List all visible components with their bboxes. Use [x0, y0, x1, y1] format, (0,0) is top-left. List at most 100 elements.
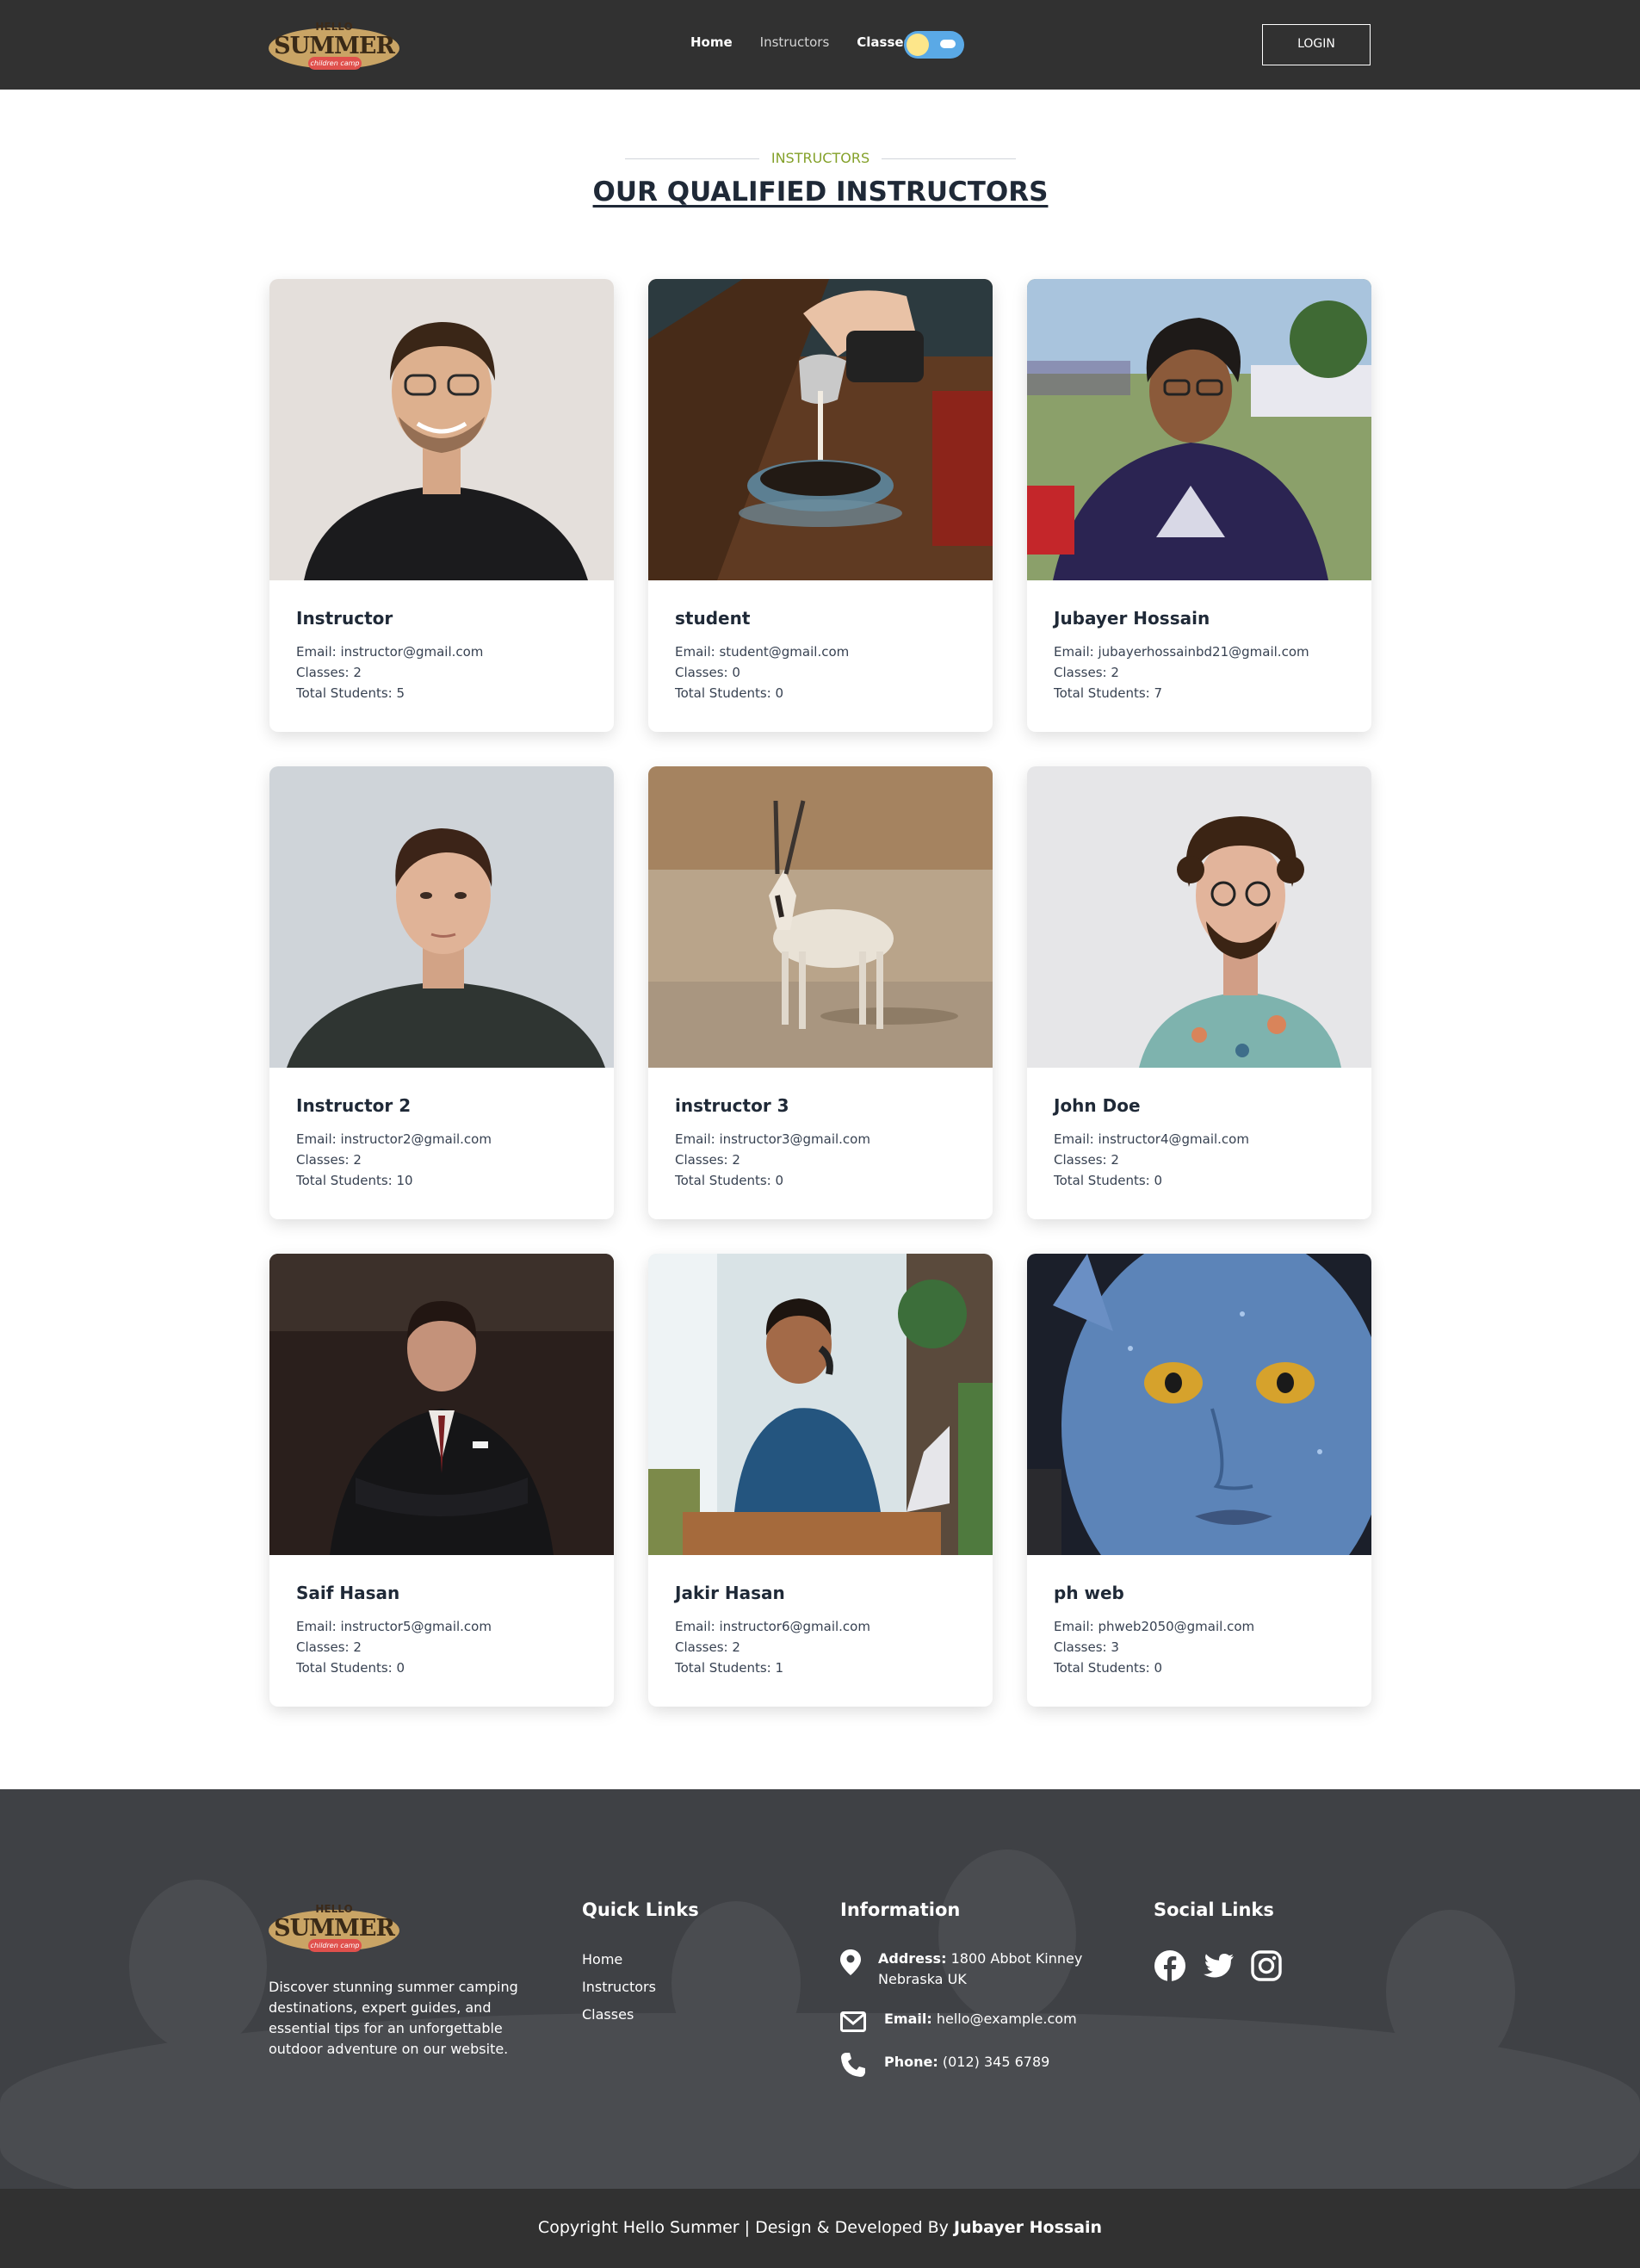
instructor-classes: Classes: 2: [1054, 665, 1119, 680]
instructor-name: Jubayer Hossain: [1054, 608, 1210, 629]
footer-link-classes[interactable]: Classes: [582, 2006, 634, 2023]
instructor-classes: Classes: 2: [296, 665, 362, 680]
copyright-author[interactable]: Jubayer Hossain: [954, 2218, 1102, 2237]
instructor-photo: [1027, 279, 1371, 580]
instructor-email: Email: phweb2050@gmail.com: [1054, 1619, 1255, 1634]
instructor-students: Total Students: 10: [296, 1173, 413, 1188]
instagram-icon[interactable]: [1250, 1949, 1283, 1982]
address-label: Address:: [878, 1950, 947, 1967]
quick-links-heading: Quick Links: [582, 1899, 699, 1920]
phone-value: (012) 345 6789: [942, 2054, 1050, 2070]
footer: HELLO SUMMER children camp Discover stun…: [0, 1789, 1640, 2189]
instructor-card: Jubayer Hossain Email: jubayerhossainbd2…: [1027, 279, 1371, 732]
copyright-text: Copyright Hello Summer | Design & Develo…: [0, 2218, 1640, 2237]
login-button[interactable]: LOGIN: [1262, 24, 1371, 65]
section-eyebrow-text: INSTRUCTORS: [770, 150, 870, 166]
instructor-email: Email: student@gmail.com: [675, 644, 850, 660]
instructor-name: Instructor 2: [296, 1095, 412, 1116]
section-eyebrow: INSTRUCTORS: [625, 150, 1016, 167]
social-links-heading: Social Links: [1154, 1899, 1274, 1920]
cloud-icon: [940, 40, 956, 48]
instructor-photo: [1027, 766, 1371, 1068]
nav-home[interactable]: Home: [690, 34, 733, 50]
address-value: 1800 Abbot Kinney: [950, 1950, 1083, 1967]
logo-summer-text: SUMMER: [274, 33, 395, 59]
footer-link-home[interactable]: Home: [582, 1951, 622, 1967]
location-icon: [840, 1949, 861, 1975]
instructor-students: Total Students: 7: [1054, 685, 1163, 701]
instructor-classes: Classes: 2: [675, 1152, 740, 1168]
instructor-email: Email: instructor6@gmail.com: [675, 1619, 870, 1634]
instructor-card: Instructor Email: instructor@gmail.com C…: [269, 279, 614, 732]
nav-links: Home Instructors Classes: [690, 34, 912, 50]
facebook-icon[interactable]: [1154, 1949, 1186, 1982]
instructor-email: Email: jubayerhossainbd21@gmail.com: [1054, 644, 1309, 660]
instructor-email: Email: instructor@gmail.com: [296, 644, 484, 660]
instructor-name: Jakir Hasan: [675, 1583, 785, 1603]
instructor-students: Total Students: 0: [675, 1173, 784, 1188]
instructor-classes: Classes: 2: [296, 1152, 362, 1168]
footer-phone[interactable]: Phone: (012) 345 6789: [884, 2052, 1049, 2073]
sun-icon: [907, 34, 929, 56]
copyright-bar: Copyright Hello Summer | Design & Develo…: [0, 2189, 1640, 2268]
instructor-card: ph web Email: phweb2050@gmail.com Classe…: [1027, 1254, 1371, 1707]
copyright-prefix: Copyright Hello Summer | Design & Develo…: [537, 2218, 949, 2237]
instructor-name: ph web: [1054, 1583, 1124, 1603]
instructor-classes: Classes: 2: [675, 1639, 740, 1655]
instructor-classes: Classes: 2: [296, 1639, 362, 1655]
twitter-icon[interactable]: [1202, 1949, 1235, 1982]
instructor-name: instructor 3: [675, 1095, 789, 1116]
instructor-photo: [269, 279, 614, 580]
information-heading: Information: [840, 1899, 961, 1920]
phone-icon: [841, 2053, 865, 2077]
instructor-photo: [648, 766, 993, 1068]
instructor-email: Email: instructor2@gmail.com: [296, 1131, 492, 1147]
logo-hello-text: HELLO: [315, 1903, 353, 1915]
logo-tagline: children camp: [308, 1939, 362, 1952]
logo-hello-text: HELLO: [315, 21, 353, 33]
instructor-name: Instructor: [296, 608, 393, 629]
instructor-photo: [648, 1254, 993, 1555]
instructor-name: Saif Hasan: [296, 1583, 400, 1603]
instructor-classes: Classes: 2: [1054, 1152, 1119, 1168]
footer-bg-figure: [938, 1850, 1076, 2022]
email-label: Email:: [884, 2011, 932, 2027]
phone-label: Phone:: [884, 2054, 938, 2070]
instructor-email: Email: instructor3@gmail.com: [675, 1131, 870, 1147]
envelope-icon: [840, 2011, 866, 2032]
instructor-students: Total Students: 0: [1054, 1173, 1163, 1188]
instructor-photo: [1027, 1254, 1371, 1555]
footer-email[interactable]: Email: hello@example.com: [884, 2009, 1077, 2029]
nav-classes[interactable]: Classes: [857, 34, 911, 50]
instructor-card: student Email: student@gmail.com Classes…: [648, 279, 993, 732]
instructor-card: Saif Hasan Email: instructor5@gmail.com …: [269, 1254, 614, 1707]
instructor-card: instructor 3 Email: instructor3@gmail.co…: [648, 766, 993, 1219]
instructor-classes: Classes: 3: [1054, 1639, 1119, 1655]
footer-bg-figure: [0, 2013, 1640, 2189]
address-value-line2: Nebraska UK: [878, 1971, 967, 1987]
instructor-card: Jakir Hasan Email: instructor6@gmail.com…: [648, 1254, 993, 1707]
footer-address: Address: 1800 Abbot Kinney Nebraska UK: [878, 1949, 1082, 1990]
logo-summer-text: SUMMER: [274, 1915, 395, 1942]
instructor-card: John Doe Email: instructor4@gmail.com Cl…: [1027, 766, 1371, 1219]
instructor-email: Email: instructor4@gmail.com: [1054, 1131, 1249, 1147]
instructor-students: Total Students: 0: [675, 685, 784, 701]
footer-bg-figure: [129, 1880, 267, 2052]
navbar: HELLO SUMMER children camp Home Instruct…: [0, 0, 1640, 90]
instructor-card: Instructor 2 Email: instructor2@gmail.co…: [269, 766, 614, 1219]
instructor-name: John Doe: [1054, 1095, 1141, 1116]
nav-instructors[interactable]: Instructors: [760, 34, 830, 50]
instructor-students: Total Students: 5: [296, 685, 405, 701]
footer-brand-logo[interactable]: HELLO SUMMER children camp: [269, 1903, 399, 1953]
footer-link-instructors[interactable]: Instructors: [582, 1979, 656, 1995]
instructor-students: Total Students: 0: [296, 1660, 405, 1676]
page-title: OUR QUALIFIED INSTRUCTORS: [592, 177, 1049, 208]
footer-description: Discover stunning summer camping destina…: [269, 1979, 518, 2057]
email-value: hello@example.com: [936, 2011, 1077, 2027]
instructor-name: student: [675, 608, 751, 629]
instructor-students: Total Students: 1: [675, 1660, 784, 1676]
theme-toggle[interactable]: [904, 31, 964, 59]
instructor-email: Email: instructor5@gmail.com: [296, 1619, 492, 1634]
brand-logo[interactable]: HELLO SUMMER children camp: [269, 21, 399, 71]
instructor-photo: [269, 766, 614, 1068]
